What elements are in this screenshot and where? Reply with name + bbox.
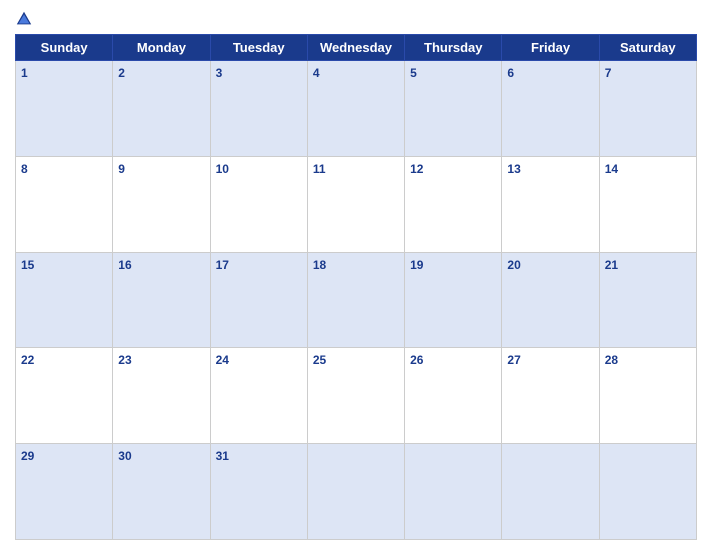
day-number: 17 [216,258,229,272]
calendar-cell: 28 [599,348,696,444]
weekday-header-sunday: Sunday [16,35,113,61]
day-number: 25 [313,353,326,367]
weekday-header-friday: Friday [502,35,599,61]
calendar-cell: 26 [405,348,502,444]
calendar-week-row: 8 9 10 11 12 13 14 [16,156,697,252]
calendar-cell: 15 [16,252,113,348]
calendar-cell [502,444,599,540]
day-number: 14 [605,162,618,176]
day-number: 30 [118,449,131,463]
day-number: 24 [216,353,229,367]
calendar-cell: 5 [405,61,502,157]
day-number: 8 [21,162,28,176]
calendar-cell: 18 [307,252,404,348]
calendar-cell: 6 [502,61,599,157]
day-number: 27 [507,353,520,367]
day-number: 31 [216,449,229,463]
calendar-cell: 20 [502,252,599,348]
calendar-week-row: 15 16 17 18 19 20 21 [16,252,697,348]
calendar-header [15,10,697,28]
calendar-cell: 16 [113,252,210,348]
weekday-header-row: SundayMondayTuesdayWednesdayThursdayFrid… [16,35,697,61]
day-number: 16 [118,258,131,272]
calendar-cell [599,444,696,540]
calendar-cell: 14 [599,156,696,252]
calendar-cell: 8 [16,156,113,252]
day-number: 21 [605,258,618,272]
weekday-header-wednesday: Wednesday [307,35,404,61]
calendar-cell: 24 [210,348,307,444]
calendar-cell: 25 [307,348,404,444]
day-number: 23 [118,353,131,367]
day-number: 6 [507,66,514,80]
calendar-cell: 22 [16,348,113,444]
day-number: 3 [216,66,223,80]
calendar-cell: 12 [405,156,502,252]
calendar-cell: 9 [113,156,210,252]
calendar-cell: 3 [210,61,307,157]
day-number: 18 [313,258,326,272]
day-number: 15 [21,258,34,272]
weekday-header-monday: Monday [113,35,210,61]
day-number: 9 [118,162,125,176]
calendar-cell: 1 [16,61,113,157]
calendar-cell: 30 [113,444,210,540]
day-number: 7 [605,66,612,80]
calendar-cell: 17 [210,252,307,348]
day-number: 2 [118,66,125,80]
calendar-cell [307,444,404,540]
weekday-header-thursday: Thursday [405,35,502,61]
day-number: 10 [216,162,229,176]
calendar-week-row: 22 23 24 25 26 27 28 [16,348,697,444]
calendar-cell: 2 [113,61,210,157]
day-number: 11 [313,162,326,176]
calendar-table: SundayMondayTuesdayWednesdayThursdayFrid… [15,34,697,540]
calendar-cell: 4 [307,61,404,157]
day-number: 5 [410,66,417,80]
day-number: 1 [21,66,28,80]
calendar-cell [405,444,502,540]
calendar-cell: 19 [405,252,502,348]
calendar-cell: 13 [502,156,599,252]
calendar-week-row: 29 30 31 [16,444,697,540]
weekday-header-saturday: Saturday [599,35,696,61]
logo [15,10,39,28]
calendar-cell: 21 [599,252,696,348]
day-number: 20 [507,258,520,272]
day-number: 28 [605,353,618,367]
day-number: 13 [507,162,520,176]
calendar-cell: 11 [307,156,404,252]
calendar-cell: 27 [502,348,599,444]
day-number: 12 [410,162,423,176]
day-number: 26 [410,353,423,367]
day-number: 19 [410,258,423,272]
day-number: 22 [21,353,34,367]
day-number: 4 [313,66,320,80]
logo-icon [15,10,33,28]
calendar-week-row: 1 2 3 4 5 6 7 [16,61,697,157]
calendar-cell: 31 [210,444,307,540]
weekday-header-tuesday: Tuesday [210,35,307,61]
day-number: 29 [21,449,34,463]
calendar-cell: 29 [16,444,113,540]
calendar-cell: 10 [210,156,307,252]
calendar-cell: 23 [113,348,210,444]
calendar-cell: 7 [599,61,696,157]
